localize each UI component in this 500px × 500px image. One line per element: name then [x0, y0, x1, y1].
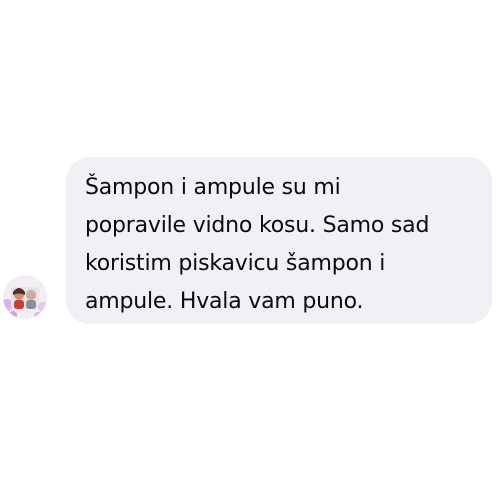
chat-screen: Šampon i ampule su mi popravile vidno ko… [0, 0, 500, 500]
message-bubble[interactable]: Šampon i ampule su mi popravile vidno ko… [66, 157, 492, 324]
message-line: koristim piskavicu šampon i [85, 251, 386, 276]
message-line: ampule. Hvala vam puno. [85, 289, 364, 314]
message-text: Šampon i ampule su mi popravile vidno ko… [85, 169, 474, 321]
sender-avatar[interactable] [3, 275, 47, 319]
incoming-message-row: Šampon i ampule su mi popravile vidno ko… [0, 0, 500, 500]
message-line: popravile vidno kosu. Samo sad [85, 213, 430, 238]
avatar-photo-icon [3, 275, 47, 319]
message-line: Šampon i ampule su mi [85, 175, 341, 200]
